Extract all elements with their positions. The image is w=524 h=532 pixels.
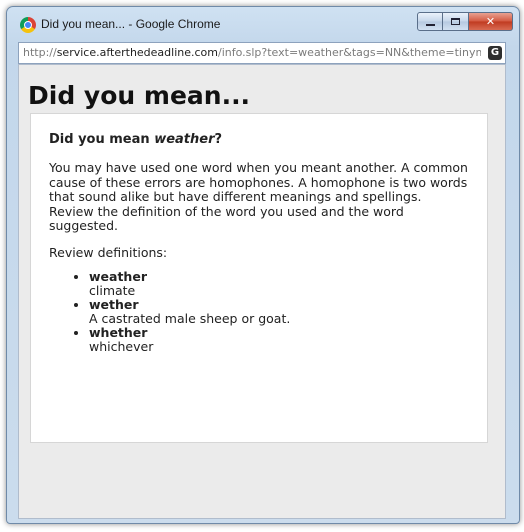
- chrome-logo-icon: [20, 17, 36, 33]
- window-title: Did you mean... - Google Chrome: [41, 17, 221, 31]
- window-controls: ✕: [417, 12, 513, 31]
- question-heading: Did you mean weather?: [49, 132, 469, 147]
- page-content: Did you mean... Did you mean weather? Yo…: [18, 64, 506, 519]
- definition-word: weather: [89, 269, 147, 284]
- maximize-icon: [451, 18, 460, 25]
- definition-item: whether whichever: [89, 326, 469, 354]
- close-button[interactable]: ✕: [469, 12, 513, 31]
- maximize-button[interactable]: [443, 12, 469, 31]
- minimize-icon: [425, 23, 435, 26]
- browser-window: Did you mean... - Google Chrome ✕ http:/…: [6, 6, 520, 524]
- definition-word: whether: [89, 325, 148, 340]
- address-bar[interactable]: http://service.afterthedeadline.com/info…: [18, 42, 506, 64]
- close-icon: ✕: [485, 15, 496, 28]
- explanation-text: You may have used one word when you mean…: [49, 160, 468, 233]
- after-the-deadline-icon[interactable]: G: [488, 46, 502, 60]
- definition-word: wether: [89, 297, 139, 312]
- definition-item: weather climate: [89, 270, 469, 298]
- question-prefix: Did you mean: [49, 132, 155, 147]
- definitions-list: weather climate wether A castrated male …: [49, 270, 469, 354]
- question-suffix: ?: [214, 132, 223, 147]
- definition-meaning: climate: [89, 283, 136, 298]
- definition-item: wether A castrated male sheep or goat.: [89, 298, 469, 326]
- minimize-button[interactable]: [417, 12, 443, 31]
- suggested-word: weather: [154, 132, 215, 147]
- url-text[interactable]: http://service.afterthedeadline.com/info…: [23, 43, 481, 63]
- url-host: service.afterthedeadline.com: [56, 46, 218, 59]
- definition-meaning: A castrated male sheep or goat.: [89, 311, 291, 326]
- url-scheme: http://: [23, 46, 57, 59]
- suggestion-panel: Did you mean weather? You may have used …: [30, 113, 488, 443]
- review-definitions-label: Review definitions:: [49, 244, 168, 260]
- page-title: Did you mean...: [28, 81, 251, 110]
- title-bar[interactable]: Did you mean... - Google Chrome ✕: [7, 7, 519, 41]
- url-path: /info.slp?text=weather&tags=NN&theme=tin…: [218, 46, 481, 59]
- definition-meaning: whichever: [89, 339, 154, 354]
